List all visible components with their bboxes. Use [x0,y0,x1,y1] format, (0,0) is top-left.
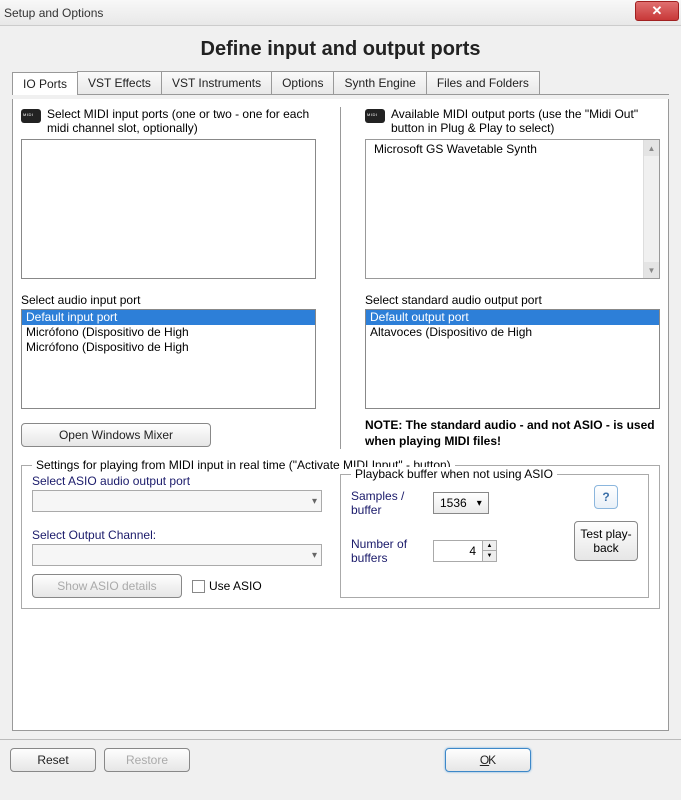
num-buffers-label: Number of buffers [351,537,423,565]
page-title: Define input and output ports [0,26,681,71]
spin-up-icon[interactable]: ▲ [482,541,496,551]
output-channel-combo[interactable] [32,544,322,566]
num-buffers-spinner[interactable]: ▲▼ [433,540,497,562]
midi-input-label: Select MIDI input ports (one or two - on… [47,107,316,135]
titlebar: Setup and Options ✕ [0,0,681,26]
scroll-down-icon[interactable]: ▼ [644,262,659,278]
list-item[interactable]: Micrófono (Dispositivo de High [22,340,315,355]
use-asio-checkbox[interactable]: Use ASIO [192,579,262,593]
reset-button[interactable]: Reset [10,748,96,772]
midi-in-icon [21,109,41,123]
list-item[interactable]: Default input port [22,310,315,325]
buffer-legend: Playback buffer when not using ASIO [351,467,557,481]
midi-output-label: Available MIDI output ports (use the "Mi… [391,107,660,135]
output-channel-label: Select Output Channel: [32,528,322,542]
realtime-fieldset: Settings for playing from MIDI input in … [21,465,660,609]
window-title: Setup and Options [4,6,677,20]
restore-button[interactable]: Restore [104,748,190,772]
bottom-bar: Reset Restore OK [0,739,681,779]
list-item[interactable]: Micrófono (Dispositivo de High [22,325,315,340]
tab-content: Select MIDI input ports (one or two - on… [12,99,669,731]
list-item[interactable]: Altavoces (Dispositivo de High [366,325,659,340]
scroll-up-icon[interactable]: ▲ [644,140,659,156]
tab-synth-engine[interactable]: Synth Engine [333,71,426,94]
note-text: NOTE: The standard audio - and not ASIO … [365,417,660,449]
test-playback-button[interactable]: Test play-back [574,521,638,561]
midi-input-list[interactable] [21,139,316,279]
help-icon[interactable]: ? [594,485,618,509]
scrollbar[interactable]: ▲ ▼ [643,140,659,278]
list-item[interactable]: Microsoft GS Wavetable Synth [370,142,639,157]
midi-out-icon [365,109,385,123]
ok-button[interactable]: OK [445,748,531,772]
audio-input-list[interactable]: Default input portMicrófono (Dispositivo… [21,309,316,409]
close-icon[interactable]: ✕ [635,1,679,21]
use-asio-label: Use ASIO [209,579,262,593]
list-item[interactable]: Default output port [366,310,659,325]
midi-output-list[interactable]: Microsoft GS Wavetable Synth ▲ ▼ [365,139,660,279]
audio-input-label: Select audio input port [21,293,316,307]
tab-io-ports[interactable]: IO Ports [12,72,78,95]
tab-files-and-folders[interactable]: Files and Folders [426,71,540,94]
buffer-fieldset: Playback buffer when not using ASIO Samp… [340,474,649,598]
tab-options[interactable]: Options [271,71,334,94]
asio-port-label: Select ASIO audio output port [32,474,322,488]
tab-bar: IO PortsVST EffectsVST InstrumentsOption… [12,71,669,95]
samples-label: Samples / buffer [351,489,423,517]
tab-vst-instruments[interactable]: VST Instruments [161,71,272,94]
tab-vst-effects[interactable]: VST Effects [77,71,162,94]
spin-down-icon[interactable]: ▼ [482,551,496,561]
samples-select[interactable]: 1536 [433,492,489,514]
column-divider [340,107,341,449]
audio-output-label: Select standard audio output port [365,293,660,307]
show-asio-button[interactable]: Show ASIO details [32,574,182,598]
asio-port-combo[interactable] [32,490,322,512]
audio-output-list[interactable]: Default output portAltavoces (Dispositiv… [365,309,660,409]
ok-text: K [488,753,496,767]
open-mixer-button[interactable]: Open Windows Mixer [21,423,211,447]
